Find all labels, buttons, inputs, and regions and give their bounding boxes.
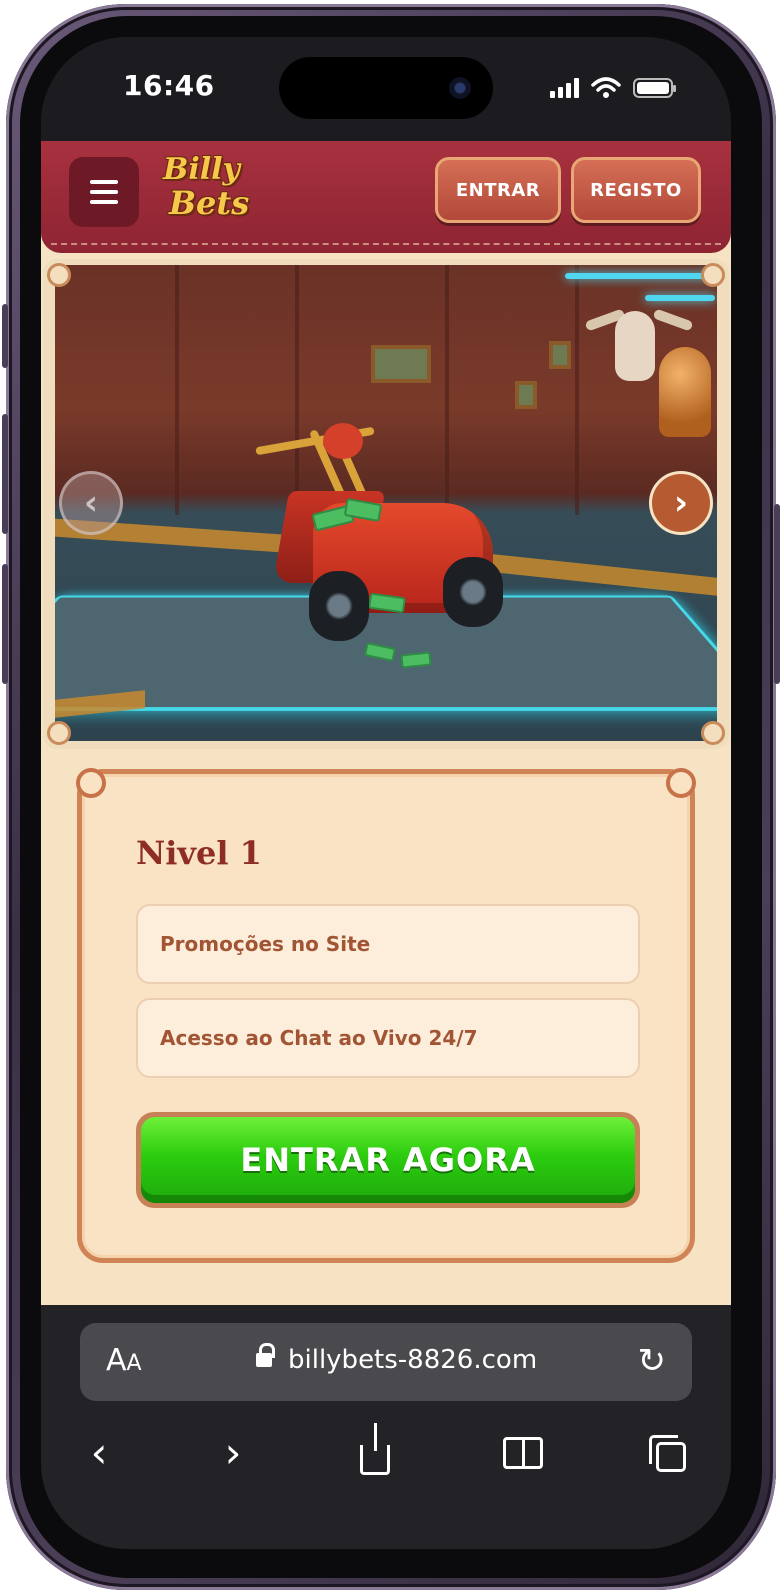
dynamic-island xyxy=(279,57,493,119)
card-corner-ornament xyxy=(666,768,696,798)
status-icons xyxy=(550,77,676,99)
back-icon: ‹ xyxy=(90,1428,108,1477)
banner-image[interactable] xyxy=(55,265,717,741)
login-button[interactable]: ENTRAR xyxy=(435,157,561,223)
register-button[interactable]: REGISTO xyxy=(571,157,701,223)
carousel-prev-button[interactable]: ‹ xyxy=(59,471,123,535)
share-icon xyxy=(360,1423,390,1475)
forward-button[interactable]: › xyxy=(203,1423,263,1483)
signal-icon xyxy=(550,78,579,98)
mute-switch xyxy=(2,304,8,368)
tabs-button[interactable] xyxy=(637,1423,697,1483)
forward-icon: › xyxy=(224,1428,242,1477)
bookmarks-button[interactable] xyxy=(493,1423,553,1483)
site-header: Billy Bets ENTRAR REGISTO xyxy=(41,141,731,253)
lock-icon xyxy=(256,1343,275,1369)
tabs-icon xyxy=(649,1435,686,1472)
battery-icon xyxy=(633,78,676,98)
bookmarks-icon xyxy=(503,1437,543,1469)
text-size-small-glyph: A xyxy=(126,1351,142,1376)
enter-now-label: ENTRAR AGORA xyxy=(141,1117,635,1203)
chevron-left-icon: ‹ xyxy=(83,483,98,523)
volume-down-button xyxy=(2,564,8,684)
wifi-icon xyxy=(591,77,621,98)
power-button xyxy=(774,504,780,684)
menu-icon xyxy=(90,180,118,184)
phone-screen: 16:46 Billy Bets ENTRAR REGISTO ‹ › Nive… xyxy=(41,37,731,1549)
reload-icon[interactable]: ↻ xyxy=(638,1341,667,1381)
browser-toolbar: ‹ › xyxy=(41,1423,731,1483)
menu-button[interactable] xyxy=(69,157,139,227)
status-bar: 16:46 xyxy=(41,37,731,141)
text-size-button[interactable]: AA xyxy=(106,1343,142,1378)
back-button[interactable]: ‹ xyxy=(69,1423,129,1483)
url-text[interactable]: billybets-8826.com xyxy=(288,1345,537,1375)
benefit-item: Acesso ao Chat ao Vivo 24/7 xyxy=(136,998,640,1078)
promo-banner: ‹ › xyxy=(43,259,729,749)
chevron-right-icon: › xyxy=(673,483,688,523)
level-title: Nivel 1 xyxy=(136,834,262,872)
trophy-decoration xyxy=(659,347,711,437)
bull-skull-decoration xyxy=(615,311,655,381)
address-bar[interactable]: AA billybets-8826.com ↻ xyxy=(80,1323,692,1401)
site-logo[interactable]: Billy Bets xyxy=(153,152,250,231)
level-card: Nivel 1 Promoções no Site Acesso ao Chat… xyxy=(76,768,696,1263)
enter-now-button[interactable]: ENTRAR AGORA xyxy=(136,1112,640,1208)
share-button[interactable] xyxy=(345,1423,405,1483)
logo-text-line1: Billy xyxy=(163,152,240,187)
logo-text-line2: Bets xyxy=(169,184,250,222)
camera-icon xyxy=(449,77,471,99)
browser-bottom-bar: AA billybets-8826.com ↻ ‹ › xyxy=(41,1305,731,1549)
status-time: 16:46 xyxy=(123,69,215,102)
carousel-next-button[interactable]: › xyxy=(649,471,713,535)
benefit-item: Promoções no Site xyxy=(136,904,640,984)
card-corner-ornament xyxy=(76,768,106,798)
web-content: Billy Bets ENTRAR REGISTO ‹ › Nivel 1 Pr… xyxy=(41,141,731,1305)
volume-up-button xyxy=(2,414,8,534)
text-size-large-glyph: A xyxy=(106,1343,127,1378)
